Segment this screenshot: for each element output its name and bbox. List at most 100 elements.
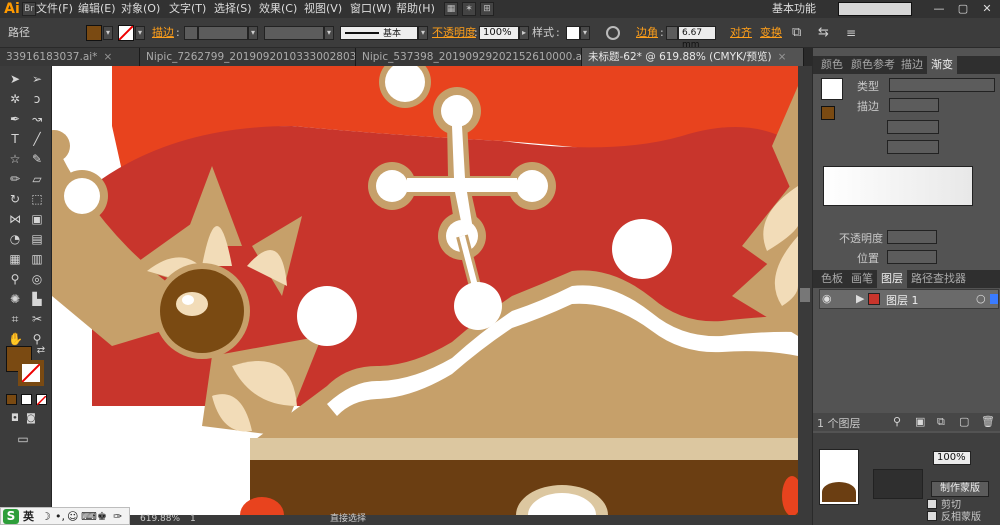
color-mode-icon[interactable] bbox=[6, 394, 17, 405]
gradient-slider[interactable] bbox=[823, 166, 973, 206]
panel-menu-icon[interactable]: ≡ bbox=[846, 18, 856, 48]
layout-icon[interactable]: ⊞ bbox=[480, 2, 494, 16]
paintbrush-icon[interactable]: ✎ bbox=[30, 152, 44, 166]
tab-document-1[interactable]: 33916183037.ai* × bbox=[0, 48, 140, 66]
wrench-icon[interactable]: ✑ bbox=[113, 508, 122, 525]
recolor-icon[interactable] bbox=[606, 26, 620, 40]
draw-mode-icon[interactable]: ◘ bbox=[8, 412, 22, 426]
zoom-level[interactable]: 619.88% bbox=[140, 513, 180, 525]
variable-width-profile[interactable] bbox=[264, 26, 324, 40]
perspective-grid-icon[interactable]: ▤ bbox=[30, 232, 44, 246]
corner-stepper[interactable] bbox=[666, 26, 678, 40]
screen-mode-icon[interactable]: ▭ bbox=[16, 432, 30, 446]
vertical-scrollbar[interactable] bbox=[798, 66, 812, 515]
arrange-icon[interactable]: ▦ bbox=[444, 2, 458, 16]
lasso-icon[interactable]: ↄ bbox=[30, 92, 44, 106]
stroke-color-box[interactable] bbox=[18, 360, 44, 386]
artboard-canvas[interactable] bbox=[52, 66, 798, 515]
tab-color[interactable]: 颜色 bbox=[817, 56, 847, 74]
tab-stroke[interactable]: 描边 bbox=[897, 56, 927, 74]
transparency-opacity-input[interactable]: 100% bbox=[933, 451, 971, 465]
draw-behind-icon[interactable]: ◙ bbox=[24, 412, 38, 426]
scale-tool-icon[interactable]: ⬚ bbox=[30, 192, 44, 206]
gradient-mode-icon[interactable] bbox=[21, 394, 32, 405]
maximize-icon[interactable]: ▢ bbox=[952, 0, 974, 18]
tab-layers[interactable]: 图层 bbox=[877, 270, 907, 288]
ime-mode-toggle[interactable]: 英 bbox=[23, 508, 34, 525]
menu-window[interactable]: 窗口(W) bbox=[350, 0, 391, 18]
stroke-dropdown-arrow[interactable]: ▾ bbox=[135, 26, 145, 40]
menu-help[interactable]: 帮助(H) bbox=[396, 0, 435, 18]
star-tool-icon[interactable]: ☆ bbox=[8, 152, 22, 166]
gradient-thumbnail[interactable] bbox=[821, 78, 843, 100]
blend-tool-icon[interactable]: ◎ bbox=[30, 272, 44, 286]
tab-swatches[interactable]: 色板 bbox=[817, 270, 847, 288]
direct-selection-tool-icon[interactable]: ➢ bbox=[30, 72, 44, 86]
width-tool-icon[interactable]: ⋈ bbox=[8, 212, 22, 226]
gradient-angle-field[interactable] bbox=[887, 120, 939, 134]
scrollbar-thumb[interactable] bbox=[800, 288, 810, 302]
pen-tool-icon[interactable]: ✒ bbox=[8, 112, 22, 126]
make-mask-button[interactable]: 制作蒙版 bbox=[931, 481, 989, 497]
opacity-input[interactable]: 100% bbox=[479, 26, 519, 40]
sogou-logo-icon[interactable]: S bbox=[3, 509, 19, 524]
page-number[interactable]: 1 bbox=[190, 513, 196, 525]
target-icon[interactable]: ○ bbox=[976, 292, 986, 305]
artboard-tool-icon[interactable]: ⌗ bbox=[8, 312, 22, 326]
rotate-tool-icon[interactable]: ↻ bbox=[8, 192, 22, 206]
menu-file[interactable]: 文件(F) bbox=[36, 0, 73, 18]
menu-type[interactable]: 文字(T) bbox=[169, 0, 206, 18]
stroke-swatch[interactable] bbox=[118, 25, 134, 41]
free-transform-icon[interactable]: ▣ bbox=[30, 212, 44, 226]
fill-dropdown-arrow[interactable]: ▾ bbox=[103, 26, 113, 40]
locate-object-icon[interactable]: ⚲ bbox=[893, 415, 901, 428]
tab-brushes[interactable]: 画笔 bbox=[847, 270, 877, 288]
flip-icon[interactable]: ⇆ bbox=[818, 18, 829, 48]
delete-layer-icon[interactable]: 🗑 bbox=[981, 415, 995, 428]
tab-close-icon[interactable]: × bbox=[772, 51, 787, 63]
slice-tool-icon[interactable]: ✂ bbox=[30, 312, 44, 326]
opacity-label[interactable]: 不透明度 bbox=[432, 18, 476, 48]
graphic-style-swatch[interactable] bbox=[566, 26, 580, 40]
bridge-icon[interactable]: Br bbox=[22, 2, 36, 16]
minimize-icon[interactable]: — bbox=[928, 0, 950, 18]
layer-row[interactable]: ◉ ▶ 图层 1 ○ bbox=[819, 289, 999, 309]
tab-document-active[interactable]: 未标题-62* @ 619.88% (CMYK/预览) × bbox=[582, 48, 804, 66]
gradient-fill-swatch[interactable] bbox=[821, 106, 835, 120]
fill-swatch[interactable] bbox=[86, 25, 102, 41]
share-icon[interactable]: ✶ bbox=[462, 2, 476, 16]
gradient-type-select[interactable] bbox=[889, 78, 995, 92]
opacity-arrow[interactable]: ▸ bbox=[519, 26, 529, 40]
magic-wand-icon[interactable]: ✲ bbox=[8, 92, 22, 106]
stroke-weight-stepper[interactable] bbox=[184, 26, 198, 40]
tab-close-icon[interactable]: × bbox=[97, 51, 112, 63]
corner-label[interactable]: 边角 bbox=[636, 18, 658, 48]
tab-color-guide[interactable]: 颜色参考 bbox=[847, 56, 899, 74]
menu-edit[interactable]: 编辑(E) bbox=[78, 0, 116, 18]
new-layer-icon[interactable]: ▢ bbox=[959, 415, 969, 428]
shirt-icon[interactable]: ♚ bbox=[97, 508, 107, 525]
close-icon[interactable]: ✕ bbox=[976, 0, 998, 18]
stroke-label[interactable]: 描边 bbox=[152, 18, 174, 48]
brush-definition[interactable]: 基本 bbox=[340, 26, 418, 40]
search-input[interactable] bbox=[838, 2, 912, 16]
layer-name[interactable]: 图层 1 bbox=[886, 292, 919, 308]
menu-effect[interactable]: 效果(C) bbox=[259, 0, 297, 18]
eraser-icon[interactable]: ▱ bbox=[30, 172, 44, 186]
none-mode-icon[interactable] bbox=[36, 394, 47, 406]
shape-builder-icon[interactable]: ◔ bbox=[8, 232, 22, 246]
hand-tool-icon[interactable]: ✋ bbox=[8, 332, 23, 346]
clip-mask-icon[interactable]: ▣ bbox=[915, 415, 925, 428]
brush-arrow[interactable]: ▾ bbox=[418, 26, 428, 40]
menu-object[interactable]: 对象(O) bbox=[121, 0, 160, 18]
corner-radius-input[interactable]: 6.67 mm bbox=[678, 26, 716, 50]
new-sublayer-icon[interactable]: ⧉ bbox=[937, 415, 945, 429]
stroke-weight-arrow[interactable]: ▾ bbox=[248, 26, 258, 40]
menu-select[interactable]: 选择(S) bbox=[214, 0, 252, 18]
mesh-tool-icon[interactable]: ▦ bbox=[8, 252, 22, 266]
type-tool-icon[interactable]: T bbox=[8, 132, 22, 146]
gradient-tool-icon[interactable]: ▥ bbox=[30, 252, 44, 266]
expand-arrow-icon[interactable]: ▶ bbox=[856, 292, 864, 305]
eyedropper-icon[interactable]: ⚲ bbox=[8, 272, 22, 286]
smile-icon[interactable]: ☺ bbox=[67, 508, 78, 525]
